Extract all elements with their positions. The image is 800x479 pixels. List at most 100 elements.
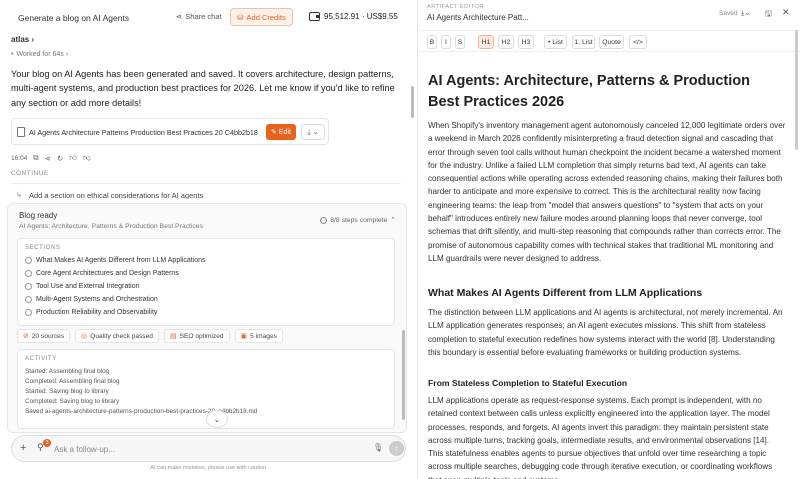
file-card[interactable]: AI Agents Architecture Patterns Producti…	[11, 118, 329, 145]
close-icon[interactable]: ✕	[782, 7, 790, 18]
microphone-icon[interactable]: 🎙︎	[373, 443, 383, 452]
tools-badge: 3	[43, 439, 51, 447]
saved-status: Saved	[719, 10, 738, 17]
chat-panel: Generate a blog on AI Agents ⋖ Share cha…	[0, 0, 418, 479]
quality-chip[interactable]: ◎ Quality check passed	[75, 329, 159, 343]
activity-line: Completed: Saving blog to library	[25, 398, 120, 405]
send-button[interactable]: ↑	[389, 441, 404, 456]
credits-label: Add Credits	[246, 12, 286, 22]
file-name: AI Agents Architecture Patterns Producti…	[29, 128, 258, 137]
section-paragraph: The distinction between LLM applications…	[428, 308, 783, 357]
activity-line: Started: Saving blog to library	[25, 388, 109, 395]
balance-display[interactable]: 95,512.91 · US$9.55	[309, 12, 398, 21]
edit-button[interactable]: ✎ Edit	[266, 124, 296, 140]
intro-paragraph: When Shopify's inventory management agen…	[428, 121, 786, 263]
numbered-list-button[interactable]: 1. List	[572, 35, 595, 49]
images-chip[interactable]: ▣ 5 images	[234, 329, 283, 343]
add-credits-button[interactable]: ⛁ Add Credits	[230, 8, 293, 26]
share-label: Share chat	[185, 12, 222, 21]
message-time: 16:04	[11, 154, 28, 162]
chevron-down-icon: ⌄	[213, 414, 221, 424]
document-icon: ▤	[169, 333, 177, 340]
seo-chip[interactable]: ▤ SEO optimized	[163, 329, 230, 343]
suggestion-item[interactable]: ↳ Add a section on ethical consideration…	[11, 183, 401, 199]
section-item[interactable]: Core Agent Architectures and Design Patt…	[25, 270, 179, 277]
chevron-up-icon: ⌃	[390, 217, 396, 224]
link-icon: ⊘	[23, 333, 29, 340]
chat-scrollbar[interactable]	[411, 86, 414, 118]
bold-button[interactable]: B	[427, 35, 437, 49]
check-circle-icon	[25, 270, 32, 277]
pencil-icon: ✎	[271, 129, 277, 136]
section-heading: What Makes AI Agents Different from LLM …	[428, 287, 703, 299]
section-item[interactable]: Production Reliability and Observability	[25, 309, 157, 316]
sources-chip[interactable]: ⊘ 20 sources	[17, 329, 71, 343]
chat-title: Generate a blog on AI Agents	[18, 13, 130, 23]
check-circle-icon	[25, 257, 32, 264]
strike-button[interactable]: S	[455, 35, 465, 49]
section-item[interactable]: Tool Use and External Integration	[25, 283, 140, 290]
assistant-message: Your blog on AI Agents has been generate…	[11, 69, 395, 108]
status-chips: ⊘ 20 sources ◎ Quality check passed ▤ SEO o…	[17, 329, 283, 343]
h1-button[interactable]: H1	[478, 35, 494, 49]
continue-label: CONTINUE	[11, 170, 49, 177]
follow-up-bar: + ⚲ 3 🎙︎ ↑	[11, 435, 406, 462]
wallet-icon	[309, 12, 320, 21]
check-icon: ◎	[81, 333, 88, 340]
image-icon: ▣	[240, 333, 248, 340]
clock-icon	[320, 216, 328, 224]
artifact-label: ARTIFACT EDITOR	[427, 4, 484, 10]
check-circle-icon	[25, 296, 32, 303]
thumbs-up-icon[interactable]: 👍︎	[69, 153, 77, 163]
document-scrollbar[interactable]	[795, 30, 798, 150]
scroll-down-button[interactable]: ⌄	[206, 410, 228, 428]
agent-name[interactable]: atlas ›	[11, 35, 34, 44]
worked-for-toggle[interactable]: • Worked for 64s ›	[11, 51, 68, 58]
section-item[interactable]: Multi-Agent Systems and Orchestration	[25, 296, 158, 303]
plus-icon[interactable]: +	[20, 442, 26, 454]
arrow-icon: ↳	[16, 190, 23, 199]
message-actions: 16:04 ⧉ ⋖ ↻ 👍︎ 👎︎	[11, 153, 91, 163]
download-icon[interactable]: ⤓⌄	[741, 8, 751, 18]
activity-label: ACTIVITY	[25, 356, 57, 362]
document-body[interactable]: AI Agents: Architecture, Patterns & Prod…	[428, 53, 792, 479]
quote-button[interactable]: Quote	[599, 35, 624, 49]
check-circle-icon	[25, 309, 32, 316]
file-icon	[17, 127, 25, 137]
sections-list: SECTIONS What Makes AI Agents Different …	[17, 238, 395, 326]
thumbs-down-icon[interactable]: 👎︎	[83, 153, 91, 163]
regenerate-icon[interactable]: ↻	[57, 154, 63, 163]
artifact-title: AI Agents Architecture Patt...	[427, 13, 529, 22]
italic-button[interactable]: I	[441, 35, 451, 49]
blog-status-panel: Blog ready AI Agents: Architecture, Patt…	[7, 203, 407, 433]
share-icon: ⋖	[176, 12, 183, 21]
save-icon[interactable]: 🖫︎	[765, 8, 772, 22]
activity-line: Started: Assembling final blog	[25, 368, 110, 375]
h2-button[interactable]: H2	[498, 35, 514, 49]
h3-button[interactable]: H3	[518, 35, 534, 49]
credits-icon: ⛁	[237, 12, 244, 22]
share-chat-button[interactable]: ⋖ Share chat	[176, 12, 222, 21]
code-button[interactable]: </>	[629, 35, 647, 49]
download-dropdown-button[interactable]: ⤓ ⌄	[301, 124, 325, 140]
artifact-editor: ARTIFACT EDITOR AI Agents Architecture P…	[419, 0, 800, 479]
check-circle-icon	[25, 283, 32, 290]
disclaimer: AI can make mistakes, please use with ca…	[150, 465, 268, 471]
bullet-list-button[interactable]: • List	[544, 35, 567, 49]
panel-scrollbar[interactable]	[402, 330, 405, 420]
copy-icon[interactable]: ⧉	[33, 153, 38, 163]
section-item[interactable]: What Makes AI Agents Different from LLM …	[25, 257, 206, 264]
document-title: AI Agents: Architecture, Patterns & Prod…	[428, 73, 750, 110]
steps-toggle[interactable]: 8/8 steps complete ⌃	[320, 216, 396, 224]
blog-subtitle: AI Agents: Architecture, Patterns & Prod…	[19, 223, 203, 230]
chat-header: Generate a blog on AI Agents ⋖ Share cha…	[0, 0, 418, 34]
format-toolbar: B I S H1 H2 H3 • List 1. List Quote </>	[419, 30, 800, 52]
subsection-heading: From Stateless Completion to Stateful Ex…	[428, 378, 628, 388]
subsection-paragraph: LLM applications operate as request-resp…	[428, 396, 773, 479]
activity-line: Completed: Assembling final blog	[25, 378, 120, 385]
follow-up-input[interactable]	[54, 443, 364, 455]
share-icon[interactable]: ⋖	[45, 154, 51, 163]
orange-dot-icon: •	[11, 51, 14, 58]
balance-value: 95,512.91 · US$9.55	[324, 12, 398, 21]
blog-ready-title: Blog ready	[19, 211, 58, 220]
